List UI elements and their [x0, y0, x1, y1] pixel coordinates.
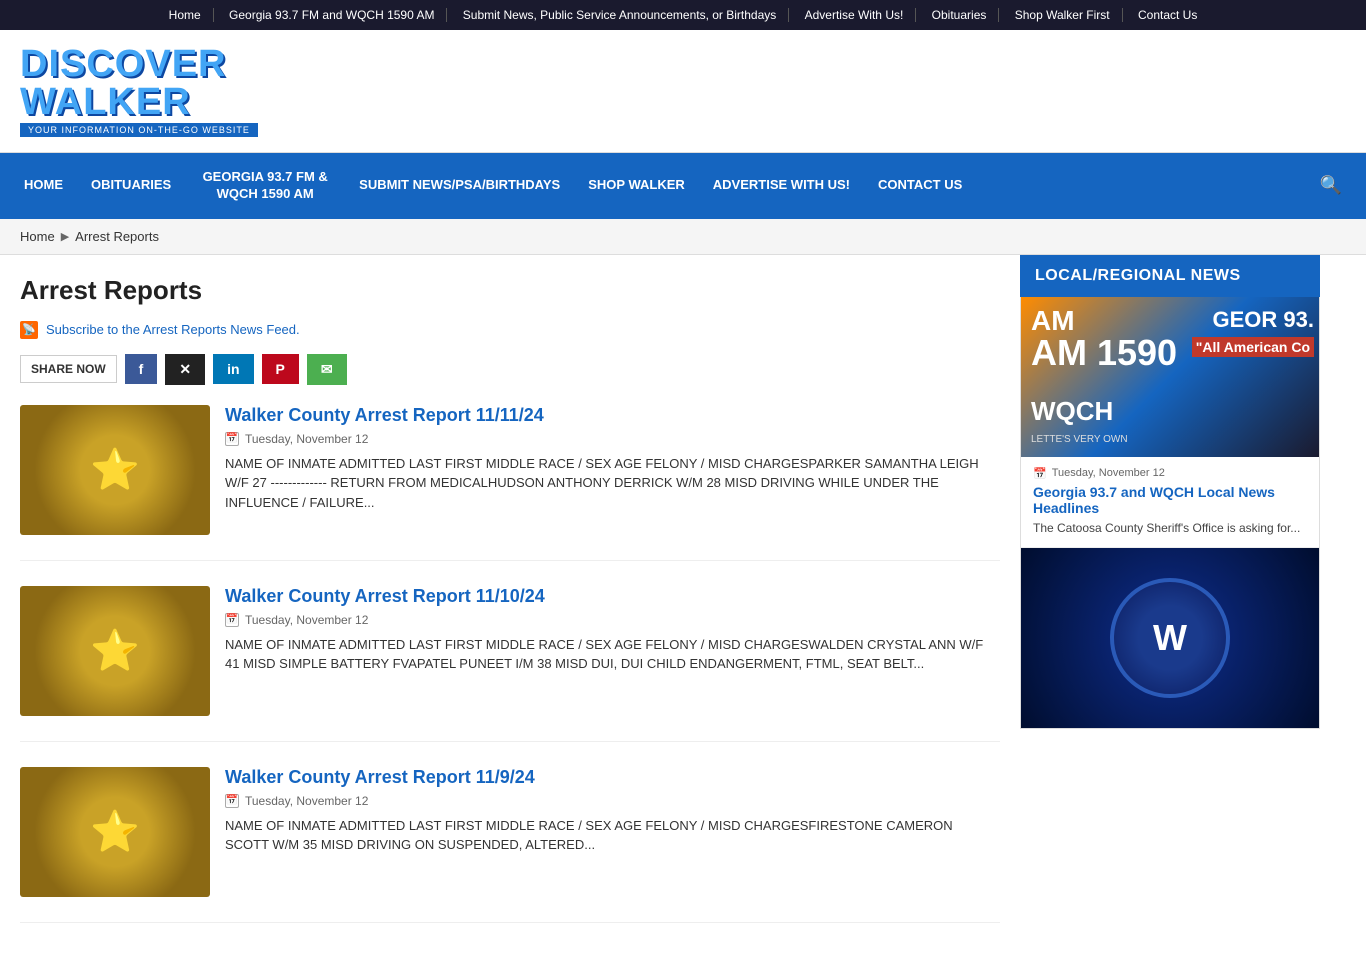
main-content: Arrest Reports 📡 Subscribe to the Arrest…	[0, 255, 1020, 968]
topnav-shop[interactable]: Shop Walker First	[1003, 8, 1123, 22]
article-text: NAME OF INMATE ADMITTED LAST FIRST MIDDL…	[225, 454, 1000, 513]
page-title: Arrest Reports	[20, 275, 1000, 306]
pinterest-share-button[interactable]: P	[262, 354, 299, 384]
sheriff-badge: ⭐	[20, 586, 210, 716]
article-date: 📅 Tuesday, November 12	[225, 613, 1000, 627]
article-text: NAME OF INMATE ADMITTED LAST FIRST MIDDL…	[225, 816, 1000, 855]
topnav-obituaries[interactable]: Obituaries	[920, 8, 1000, 22]
rss-row: 📡 Subscribe to the Arrest Reports News F…	[20, 321, 1000, 339]
topnav-advertise[interactable]: Advertise With Us!	[793, 8, 917, 22]
rss-text[interactable]: Subscribe to the Arrest Reports News Fee…	[46, 322, 300, 337]
topnav-radio[interactable]: Georgia 93.7 FM and WQCH 1590 AM	[217, 8, 447, 22]
article-date-text: Tuesday, November 12	[245, 432, 368, 446]
share-row: SHARE NOW f ✕ in P ✉	[20, 354, 1000, 385]
mainnav-contact[interactable]: CONTACT US	[864, 161, 976, 210]
sidebar-article: 📅 Tuesday, November 12 Georgia 93.7 and …	[1021, 457, 1319, 548]
sidebar-news-content: AMAM 1590 WQCH LETTE'S VERY OWN GEOR 93.…	[1020, 297, 1320, 729]
calendar-icon: 📅	[225, 794, 239, 808]
mainnav-advertise[interactable]: ADVERTISE WITH US!	[699, 161, 864, 210]
sheriff-badge: ⭐	[20, 405, 210, 535]
article-date-text: Tuesday, November 12	[245, 794, 368, 808]
article-date: 📅 Tuesday, November 12	[225, 794, 1000, 808]
article-item: ⭐ Walker County Arrest Report 11/11/24 📅…	[20, 405, 1000, 561]
article-item: ⭐ Walker County Arrest Report 11/9/24 📅 …	[20, 767, 1000, 923]
mainnav-radio[interactable]: GEORGIA 93.7 FM & WQCH 1590 AM	[185, 153, 345, 219]
sidebar-calendar-icon: 📅	[1033, 467, 1047, 480]
logo-line2: WALKER	[20, 81, 191, 123]
logo-text: DISCOVER WALKER	[20, 45, 226, 121]
radio-wqch-label: WQCH	[1031, 396, 1113, 427]
article-body: Walker County Arrest Report 11/10/24 📅 T…	[225, 586, 1000, 716]
share-label: SHARE NOW	[20, 355, 117, 383]
article-thumbnail: ⭐	[20, 405, 210, 535]
sheriff-badge: ⭐	[20, 767, 210, 897]
calendar-icon: 📅	[225, 432, 239, 446]
article-date-text: Tuesday, November 12	[245, 613, 368, 627]
article-body: Walker County Arrest Report 11/11/24 📅 T…	[225, 405, 1000, 535]
twitter-share-button[interactable]: ✕	[165, 354, 205, 385]
article-thumbnail: ⭐	[20, 767, 210, 897]
linkedin-share-button[interactable]: in	[213, 354, 253, 384]
sidebar-article-text: The Catoosa County Sheriff's Office is a…	[1033, 520, 1307, 537]
sidebar-schools-image: W	[1021, 548, 1319, 728]
sidebar-article-title[interactable]: Georgia 93.7 and WQCH Local News Headlin…	[1033, 484, 1307, 516]
article-thumbnail: ⭐	[20, 586, 210, 716]
article-body: Walker County Arrest Report 11/9/24 📅 Tu…	[225, 767, 1000, 897]
breadcrumb-current: Arrest Reports	[75, 229, 159, 244]
email-share-button[interactable]: ✉	[307, 354, 347, 385]
top-navigation: Home Georgia 93.7 FM and WQCH 1590 AM Su…	[0, 0, 1366, 30]
mainnav-obituaries[interactable]: OBITUARIES	[77, 161, 185, 210]
walker-schools-logo: W	[1110, 578, 1230, 698]
topnav-contact[interactable]: Contact Us	[1126, 8, 1209, 22]
article-title[interactable]: Walker County Arrest Report 11/10/24	[225, 586, 1000, 607]
mainnav-home[interactable]: HOME	[10, 161, 77, 210]
article-title[interactable]: Walker County Arrest Report 11/11/24	[225, 405, 1000, 426]
page-layout: Arrest Reports 📡 Subscribe to the Arrest…	[0, 255, 1366, 968]
sidebar-article-date: 📅 Tuesday, November 12	[1033, 467, 1307, 480]
breadcrumb-home[interactable]: Home	[20, 229, 55, 244]
rss-icon: 📡	[20, 321, 38, 339]
article-date: 📅 Tuesday, November 12	[225, 432, 1000, 446]
mainnav-submit[interactable]: SUBMIT NEWS/PSA/BIRTHDAYS	[345, 161, 574, 210]
logo-subtitle: YOUR INFORMATION ON-THE-GO WEBSITE	[20, 123, 258, 137]
search-button[interactable]: 🔍	[1306, 159, 1356, 212]
facebook-share-button[interactable]: f	[125, 354, 158, 384]
topnav-submit[interactable]: Submit News, Public Service Announcement…	[451, 8, 789, 22]
article-text: NAME OF INMATE ADMITTED LAST FIRST MIDDL…	[225, 635, 1000, 674]
main-navigation: HOME OBITUARIES GEORGIA 93.7 FM & WQCH 1…	[0, 153, 1366, 219]
article-title[interactable]: Walker County Arrest Report 11/9/24	[225, 767, 1000, 788]
logo-line1: DISCOVER	[20, 43, 226, 85]
mainnav-shop[interactable]: SHOP WALKER	[574, 161, 699, 210]
radio-sub-label: LETTE'S VERY OWN	[1031, 434, 1128, 445]
article-item: ⭐ Walker County Arrest Report 11/10/24 📅…	[20, 586, 1000, 742]
radio-allamerican-label: "All American Co	[1192, 337, 1314, 357]
site-header: DISCOVER WALKER YOUR INFORMATION ON-THE-…	[0, 30, 1366, 153]
topnav-home[interactable]: Home	[157, 8, 214, 22]
sidebar-radio-image: AMAM 1590 WQCH LETTE'S VERY OWN GEOR 93.…	[1021, 297, 1319, 457]
radio-right-label: GEOR 93. "All American Co	[1192, 307, 1314, 357]
sidebar-news-header: LOCAL/REGIONAL NEWS	[1020, 255, 1320, 297]
radio-am-label: AMAM 1590	[1031, 307, 1177, 371]
breadcrumb-arrow: ▶	[61, 230, 69, 243]
calendar-icon: 📅	[225, 613, 239, 627]
breadcrumb: Home ▶ Arrest Reports	[0, 219, 1366, 255]
sidebar: LOCAL/REGIONAL NEWS AMAM 1590 WQCH LETTE…	[1020, 255, 1320, 968]
site-logo[interactable]: DISCOVER WALKER YOUR INFORMATION ON-THE-…	[20, 45, 258, 137]
